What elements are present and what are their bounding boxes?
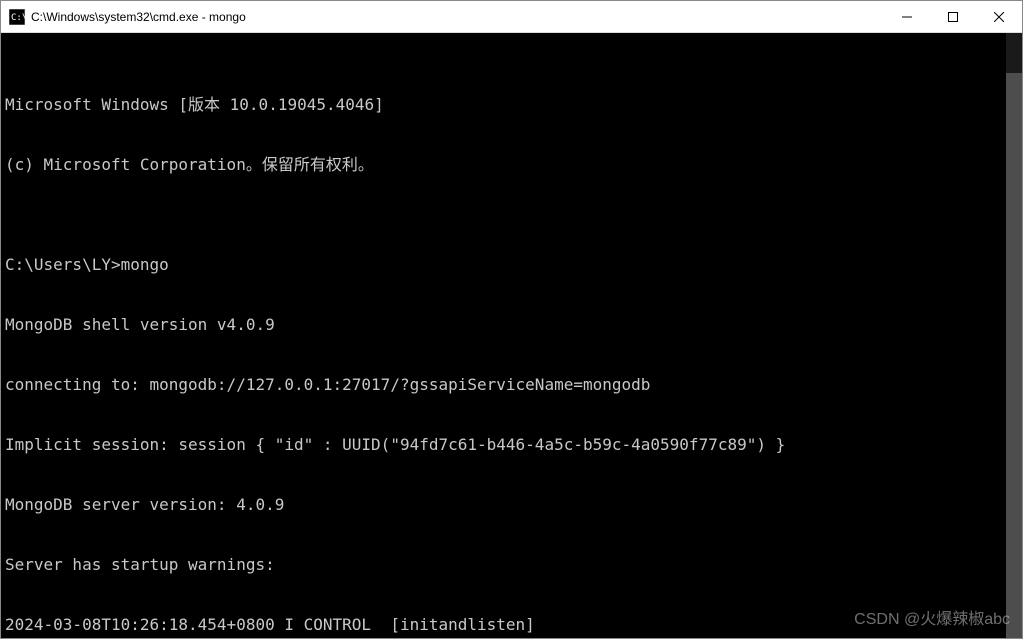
terminal-line: (c) Microsoft Corporation。保留所有权利。 [5,155,1018,175]
terminal-line: C:\Users\LY>mongo [5,255,1018,275]
window-controls [884,1,1022,32]
cmd-icon: C:\ [9,9,25,25]
maximize-icon [948,12,958,22]
terminal-line: MongoDB server version: 4.0.9 [5,495,1018,515]
cmd-window: C:\ C:\Windows\system32\cmd.exe - mongo … [0,0,1023,639]
minimize-button[interactable] [884,1,930,32]
terminal-line: Microsoft Windows [版本 10.0.19045.4046] [5,95,1018,115]
terminal-line: Server has startup warnings: [5,555,1018,575]
maximize-button[interactable] [930,1,976,32]
terminal-line: 2024-03-08T10:26:18.454+0800 I CONTROL [… [5,615,1018,635]
terminal-line: Implicit session: session { "id" : UUID(… [5,435,1018,455]
scrollbar[interactable] [1006,33,1022,638]
close-button[interactable] [976,1,1022,32]
scrollbar-thumb[interactable] [1006,73,1022,638]
minimize-icon [902,12,912,22]
window-title: C:\Windows\system32\cmd.exe - mongo [31,10,884,24]
titlebar[interactable]: C:\ C:\Windows\system32\cmd.exe - mongo [1,1,1022,33]
terminal-line: connecting to: mongodb://127.0.0.1:27017… [5,375,1018,395]
svg-text:C:\: C:\ [11,13,25,23]
terminal-line: MongoDB shell version v4.0.9 [5,315,1018,335]
close-icon [994,12,1004,22]
terminal-output[interactable]: Microsoft Windows [版本 10.0.19045.4046] (… [1,33,1022,638]
